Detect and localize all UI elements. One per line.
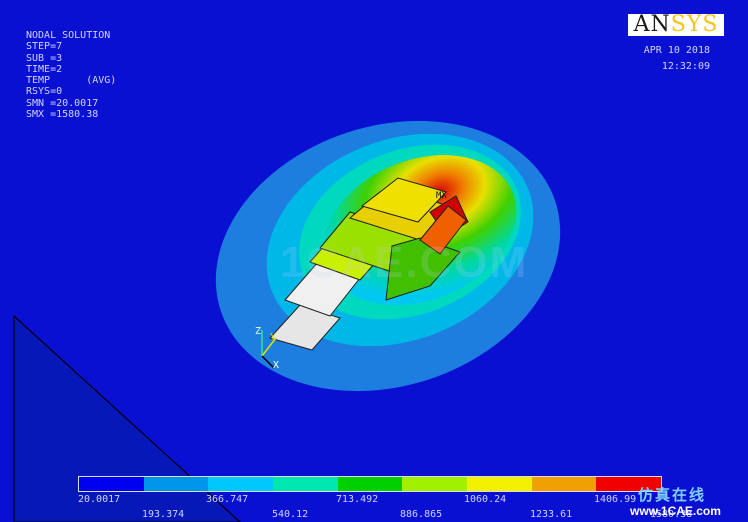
watermark: 1CAE.COM: [280, 238, 529, 287]
legend-label: 20.0017: [78, 494, 121, 505]
solution-rsys: RSYS=0: [26, 86, 63, 98]
legend-band-3: [208, 477, 274, 491]
ansys-logo: ANSYS: [628, 14, 724, 36]
solution-temp: TEMP (AVG): [26, 75, 117, 87]
legend-label: 713.492: [336, 494, 379, 505]
legend-label: 366.747: [206, 494, 249, 505]
date-label: APR 10 2018: [643, 45, 710, 56]
time-label: 12:32:09: [661, 61, 710, 72]
legend-band-4: [273, 477, 338, 491]
solution-smx: SMX =1580.38: [26, 109, 99, 121]
legend-label: 886.865: [400, 509, 443, 520]
legend-band-5: [337, 477, 403, 491]
max-marker: MX: [436, 191, 447, 201]
legend-band-8: [531, 477, 597, 491]
legend-band-2: [143, 477, 209, 491]
legend-label: 1060.24: [464, 494, 507, 505]
legend-band-1: [79, 477, 144, 491]
legend-band-7: [467, 477, 532, 491]
axis-y-label: Y: [270, 332, 277, 343]
site-watermark: 仿真在线 www.1CAE.com: [620, 482, 744, 518]
solution-info: NODAL SOLUTION STEP=7 SUB =3 TIME=2 TEMP…: [26, 30, 116, 120]
site-watermark-cn: 仿真在线: [638, 487, 707, 504]
contour-legend: [78, 476, 662, 492]
axis-x-label: X: [273, 360, 280, 371]
legend-label: 540.12: [272, 509, 309, 520]
legend-band-6: [402, 477, 468, 491]
solution-step: STEP=7: [26, 41, 63, 53]
solution-smn: SMN =20.0017: [26, 97, 99, 109]
site-watermark-url: www.1CAE.com: [630, 504, 721, 518]
solution-title: NODAL SOLUTION: [26, 30, 111, 41]
legend-label: 1233.61: [530, 509, 573, 520]
solution-time: TIME=2: [26, 63, 63, 75]
solution-sub: SUB =3: [26, 52, 63, 64]
axis-z-label: Z: [255, 326, 262, 337]
legend-label: 193.374: [142, 509, 185, 520]
